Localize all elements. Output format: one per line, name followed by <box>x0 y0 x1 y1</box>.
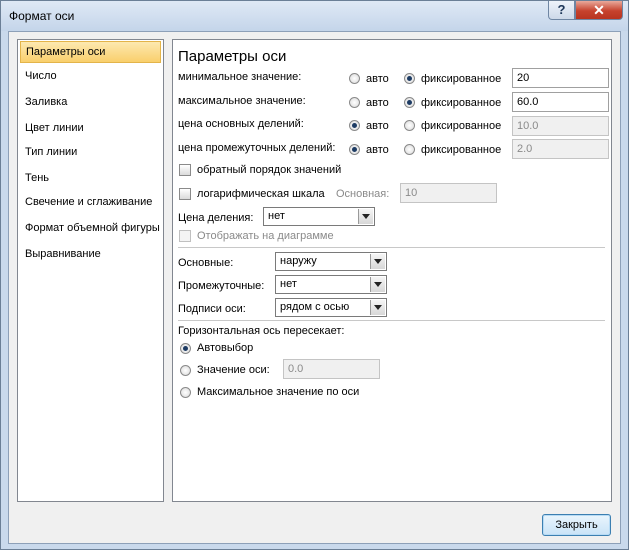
chevron-down-icon <box>370 254 385 269</box>
divider <box>178 247 605 248</box>
min-auto-radio[interactable] <box>349 73 360 84</box>
format-axis-dialog: Формат оси ? ✕ Параметры оси Число Залив… <box>0 0 629 550</box>
crosses-max-label: Максимальное значение по оси <box>197 386 360 398</box>
crosses-value-field: 0.0 <box>283 359 380 379</box>
dialog-body: Параметры оси Число Заливка Цвет линии Т… <box>8 31 621 544</box>
nav-item-3d-format[interactable]: Формат объемной фигуры <box>20 217 161 239</box>
nav-item-number[interactable]: Число <box>20 65 161 87</box>
max-value-field[interactable]: 60.0 <box>512 92 609 112</box>
max-fixed-radio[interactable] <box>404 97 415 108</box>
major-fixed-radio[interactable] <box>404 120 415 131</box>
tick-price-label: Цена деления: <box>178 212 254 224</box>
crosses-value-radio[interactable] <box>180 365 191 376</box>
nav-item-shadow[interactable]: Тень <box>20 167 161 189</box>
minor-auto-radio[interactable] <box>349 144 360 155</box>
panel-heading: Параметры оси <box>178 48 287 65</box>
major-ticks-value: наружу <box>280 255 317 267</box>
minor-ticks-select[interactable]: нет <box>275 275 387 294</box>
major-ticks-label: Основные: <box>178 257 234 269</box>
title-bar: Формат оси ? ✕ <box>1 1 628 31</box>
window-title: Формат оси <box>9 9 75 23</box>
minor-fixed-radio[interactable] <box>404 144 415 155</box>
chevron-down-icon <box>370 300 385 315</box>
window-close-button[interactable]: ✕ <box>575 1 623 20</box>
nav-item-axis-options[interactable]: Параметры оси <box>20 41 161 63</box>
axis-labels-label: Подписи оси: <box>178 303 246 315</box>
minor-ticks-label: Промежуточные: <box>178 280 265 292</box>
nav-item-fill[interactable]: Заливка <box>20 91 161 113</box>
reverse-order-label: обратный порядок значений <box>197 164 342 176</box>
crosses-auto-label: Автовыбор <box>197 342 254 354</box>
minor-unit-field: 2.0 <box>512 139 609 159</box>
minor-fixed-label: фиксированное <box>421 144 502 156</box>
crosses-value-label: Значение оси: <box>197 364 270 376</box>
minor-ticks-value: нет <box>280 278 297 290</box>
major-auto-radio[interactable] <box>349 120 360 131</box>
nav-item-line-color[interactable]: Цвет линии <box>20 117 161 139</box>
log-base-label: Основная: <box>336 188 390 200</box>
crosses-max-radio[interactable] <box>180 387 191 398</box>
max-auto-label: авто <box>366 97 389 109</box>
chevron-down-icon <box>358 209 373 224</box>
help-button[interactable]: ? <box>548 1 575 20</box>
chevron-down-icon <box>370 277 385 292</box>
show-on-chart-checkbox <box>179 230 191 242</box>
max-fixed-label: фиксированное <box>421 97 502 109</box>
max-auto-radio[interactable] <box>349 97 360 108</box>
nav-item-alignment[interactable]: Выравнивание <box>20 243 161 265</box>
close-button[interactable]: Закрыть <box>542 514 611 536</box>
reverse-order-checkbox[interactable] <box>179 164 191 176</box>
min-auto-label: авто <box>366 73 389 85</box>
tick-price-select[interactable]: нет <box>263 207 375 226</box>
crosses-heading: Горизонтальная ось пересекает: <box>178 325 345 337</box>
nav-item-line-style[interactable]: Тип линии <box>20 141 161 163</box>
axis-labels-value: рядом с осью <box>280 301 350 313</box>
min-value-label: минимальное значение: <box>178 71 302 83</box>
nav-item-glow-soft-edges[interactable]: Свечение и сглаживание <box>20 191 161 213</box>
min-fixed-label: фиксированное <box>421 73 502 85</box>
help-icon: ? <box>557 2 566 17</box>
major-fixed-label: фиксированное <box>421 120 502 132</box>
log-scale-label: логарифмическая шкала <box>197 188 325 200</box>
axis-labels-select[interactable]: рядом с осью <box>275 298 387 317</box>
close-icon: ✕ <box>593 2 605 18</box>
min-value-field[interactable]: 20 <box>512 68 609 88</box>
minor-unit-label: цена промежуточных делений: <box>178 142 336 154</box>
min-fixed-radio[interactable] <box>404 73 415 84</box>
tick-price-value: нет <box>268 210 285 222</box>
major-unit-field: 10.0 <box>512 116 609 136</box>
major-ticks-select[interactable]: наружу <box>275 252 387 271</box>
minor-auto-label: авто <box>366 144 389 156</box>
axis-options-panel: Параметры оси минимальное значение: авто… <box>172 39 612 502</box>
show-on-chart-label: Отображать на диаграмме <box>197 230 334 242</box>
crosses-auto-radio[interactable] <box>180 343 191 354</box>
log-base-field: 10 <box>400 183 497 203</box>
max-value-label: максимальное значение: <box>178 95 306 107</box>
log-scale-checkbox[interactable] <box>179 188 191 200</box>
category-list: Параметры оси Число Заливка Цвет линии Т… <box>17 39 164 502</box>
major-auto-label: авто <box>366 120 389 132</box>
major-unit-label: цена основных делений: <box>178 118 304 130</box>
divider <box>178 320 605 321</box>
